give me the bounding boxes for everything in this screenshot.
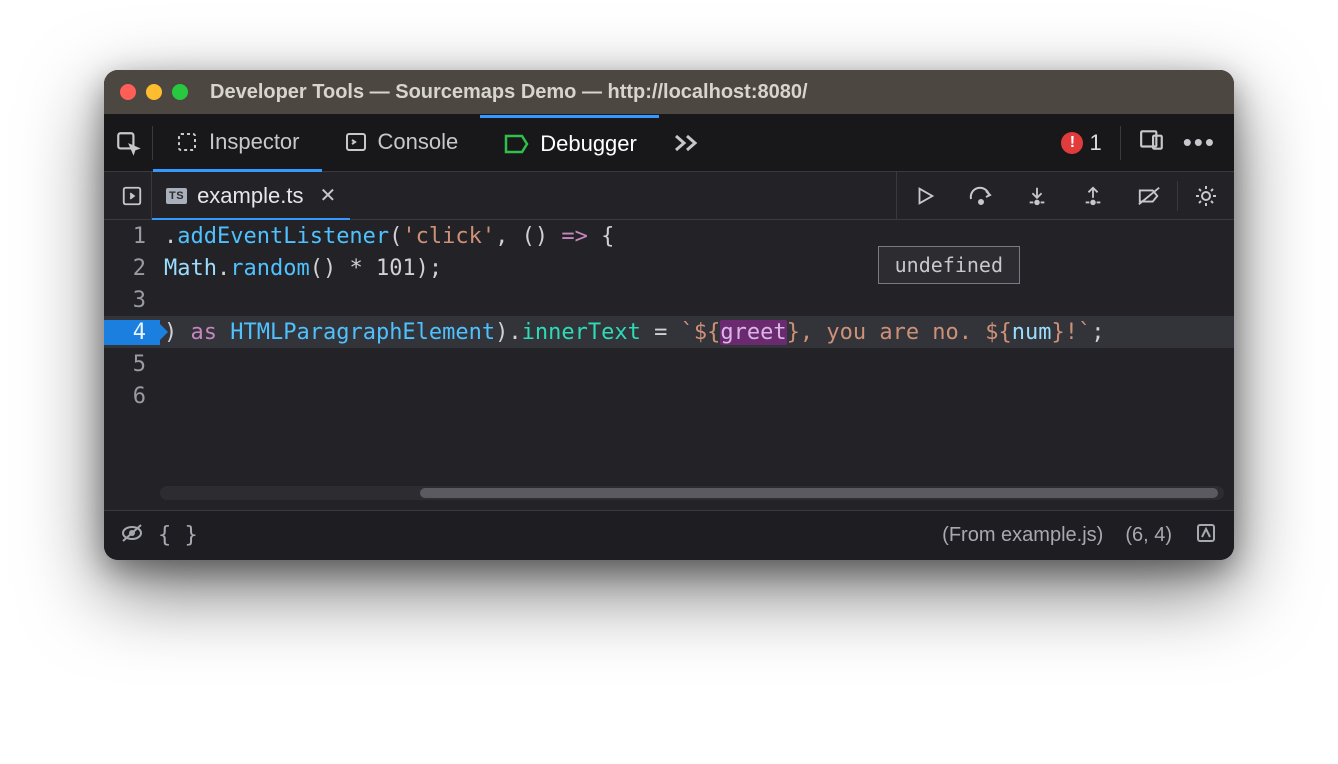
code-text: .addEventListener('click', () => { [160,224,614,249]
line-number: 3 [104,288,160,313]
debugger-settings-button[interactable] [1178,172,1234,219]
file-tab-name: example.ts [197,183,303,209]
value-tooltip: undefined [878,246,1020,284]
close-tab-icon[interactable]: ✕ [319,183,336,208]
titlebar: Developer Tools — Sourcemaps Demo — http… [104,70,1234,114]
tab-debugger[interactable]: Debugger [480,115,659,172]
tab-console[interactable]: Console [322,115,481,172]
overflow-tabs-button[interactable] [659,114,715,171]
code-line[interactable]: 2 Math.random() * 101); [104,252,1234,284]
line-number: 6 [104,384,160,409]
step-out-button[interactable] [1065,172,1121,219]
deactivate-breakpoints-button[interactable] [1121,172,1177,219]
code-text: ) as HTMLParagraphElement).innerText = `… [160,320,1105,345]
file-tabbar: TS example.ts ✕ [104,172,1234,220]
code-line[interactable]: 6 [104,380,1234,412]
minimize-window-button[interactable] [146,84,162,100]
line-number-breakpoint[interactable]: 4 [104,320,160,345]
scrollbar-thumb[interactable] [420,488,1218,498]
line-number: 5 [104,352,160,377]
debugger-icon [502,132,530,156]
horizontal-scrollbar[interactable] [160,486,1224,500]
tab-console-label: Console [378,129,459,155]
error-counter[interactable]: ! 1 [1061,130,1101,156]
inspector-icon [175,130,199,154]
step-in-button[interactable] [1009,172,1065,219]
line-number: 1 [104,224,160,249]
debugger-controls [896,172,1234,219]
tool-tabbar: Inspector Console Debugger [104,114,1234,172]
sources-panel-toggle[interactable] [112,172,152,219]
more-icon[interactable]: ••• [1183,127,1216,158]
pretty-print-icon[interactable]: { } [158,523,198,548]
sourcemap-toggle-icon[interactable] [1194,521,1218,551]
window-title: Developer Tools — Sourcemaps Demo — http… [210,81,808,104]
blackbox-icon[interactable] [120,521,144,551]
maximize-window-button[interactable] [172,84,188,100]
console-icon [344,130,368,154]
separator [1120,126,1121,160]
close-window-button[interactable] [120,84,136,100]
code-line-current[interactable]: 4 ) as HTMLParagraphElement).innerText =… [104,316,1234,348]
error-count: 1 [1089,130,1101,156]
code-line[interactable]: 5 [104,348,1234,380]
devtools-window: Developer Tools — Sourcemaps Demo — http… [104,70,1234,560]
code-line[interactable]: 3 [104,284,1234,316]
responsive-mode-icon[interactable] [1139,127,1165,158]
statusbar: { } (From example.js) (6, 4) [104,510,1234,560]
cursor-position: (6, 4) [1125,524,1172,547]
code-editor[interactable]: 1 .addEventListener('click', () => { 2 M… [104,220,1234,510]
line-number: 2 [104,256,160,281]
file-tab-example-ts[interactable]: TS example.ts ✕ [152,173,350,220]
traffic-lights [120,84,188,100]
tab-inspector-label: Inspector [209,129,300,155]
typescript-badge-icon: TS [166,188,187,204]
tab-inspector[interactable]: Inspector [153,115,322,172]
step-over-button[interactable] [953,172,1009,219]
resume-button[interactable] [897,172,953,219]
source-map-origin: (From example.js) [942,524,1103,547]
code-text: Math.random() * 101); [160,256,442,281]
tab-debugger-label: Debugger [540,131,637,157]
code-line[interactable]: 1 .addEventListener('click', () => { [104,220,1234,252]
pick-element-icon[interactable] [104,114,152,171]
error-icon: ! [1061,132,1083,154]
